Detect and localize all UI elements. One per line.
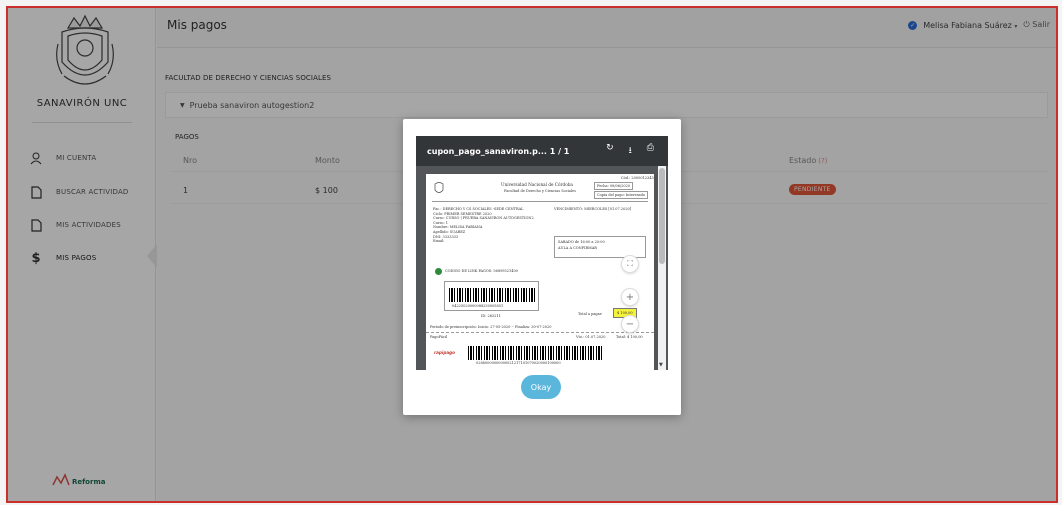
doc-period: Período de preinscripción: Inicio: 27-05… [430,325,552,329]
pdf-modal: cupon_pago_sanaviron.p... 1 / 1 ↻ ⭳ ⎙ Un… [403,119,681,415]
doc-footer-left: PagoFácil [430,335,448,339]
rapipago-logo: rapipago [434,350,456,355]
doc-date-box: Fecha: 08/06/2020 [594,182,634,190]
minus-icon: − [625,318,635,330]
doc-total-label: Total a pagar: [578,312,603,316]
doc-cut-line [426,332,654,333]
pdf-page: Universidad Nacional de Córdoba Facultad… [426,174,654,370]
scroll-thumb[interactable] [659,168,665,264]
pdf-viewer[interactable]: cupon_pago_sanaviron.p... 1 / 1 ↻ ⭳ ⎙ Un… [416,136,668,370]
page-counter: 1 / 1 [549,146,570,156]
doc-schedule-2: AULA A CONFIRMAR [558,246,597,250]
scroll-down-icon[interactable]: ▼ [659,362,663,368]
link-pagos-icon [435,268,442,275]
doc-link-code: CODIGO DE LINK PAGOS: 56899521400 [445,269,518,273]
fit-page-button[interactable]: ⛶ [621,255,639,273]
zoom-in-button[interactable]: + [621,288,639,306]
doc-barcode-number: 04225020000088250005851 [452,304,504,308]
pdf-filename: cupon_pago_sanaviron.p... 1 / 1 [427,147,606,156]
zoom-out-button[interactable]: − [621,315,639,333]
rotate-icon[interactable]: ↻ [606,143,614,159]
okay-button[interactable]: Okay [521,375,561,399]
doc-vencimiento: VENCIMIENTO: MIERCOLES [01.07.2020] [554,207,632,211]
pdf-tools: ↻ ⭳ ⎙ [606,143,654,159]
pdf-scrollbar[interactable]: ▼ [658,166,666,370]
doc-faculty: Facultad de Derecho y Ciencias Sociales [504,189,576,193]
doc-barcode-1 [449,288,535,302]
doc-copy-box: Copia del pago: Interesado [594,191,648,199]
doc-barcode-2-number: 02880000000000021217101070020000100000 [476,361,561,365]
doc-divider [432,201,648,202]
doc-top-code: Cód.: 2000012345 [621,176,654,180]
doc-barcode-2 [468,346,604,360]
pdf-name-text: cupon_pago_sanaviron.p... [427,146,547,156]
print-icon[interactable]: ⎙ [647,143,654,159]
doc-line: Email: [433,239,445,244]
doc-line: Fac.: DERECHO Y CS SOCIALES -SEDE CENTRA… [433,207,524,211]
doc-footer-mid: Vto.: 01.07.2020 [576,335,606,339]
fit-icon: ⛶ [627,259,633,268]
plus-icon: + [625,291,635,303]
doc-id-line: ID: 263211 [481,314,501,318]
unc-crest-small-icon [434,182,444,193]
pdf-toolbar: cupon_pago_sanaviron.p... 1 / 1 ↻ ⭳ ⎙ [416,136,668,166]
doc-footer-right: Total: $ 100,00 [616,335,643,339]
doc-university: Universidad Nacional de Córdoba [501,182,573,187]
doc-line: Curso: CURSO | PRUEBA SANAVIRON AUTOGEST… [433,216,534,221]
download-icon[interactable]: ⭳ [629,143,632,159]
doc-left-block: Fac.: DERECHO Y CS SOCIALES -SEDE CENTRA… [433,207,534,244]
